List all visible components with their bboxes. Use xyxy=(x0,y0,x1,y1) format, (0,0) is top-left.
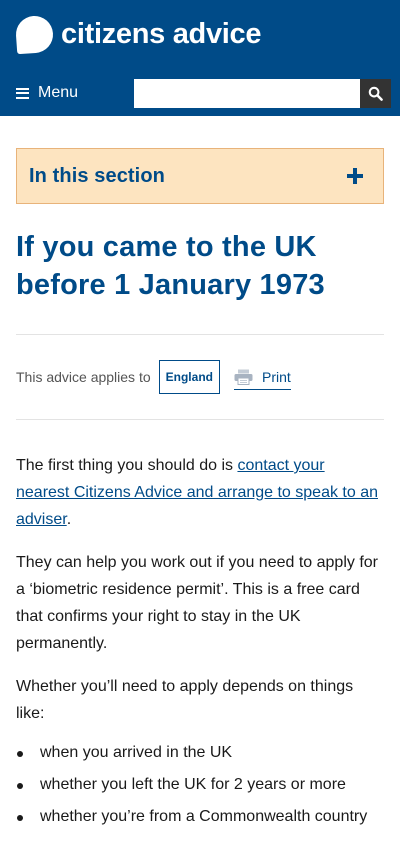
country-selector[interactable]: England xyxy=(158,360,220,394)
in-this-section-toggle[interactable]: In this section xyxy=(16,148,384,204)
paragraph: They can help you work out if you need t… xyxy=(16,554,378,652)
search-icon xyxy=(368,86,383,101)
paragraph: The first thing you should do is contact… xyxy=(16,452,382,533)
brand-logo[interactable]: citizens advice xyxy=(14,14,262,55)
hamburger-icon xyxy=(16,87,29,99)
printer-icon xyxy=(234,369,253,385)
search-button[interactable] xyxy=(360,79,391,108)
paragraph: Whether you’ll need to apply depends on … xyxy=(16,678,354,722)
search-form xyxy=(134,79,391,108)
divider xyxy=(16,419,384,420)
list-item: whether you’re from a Commonwealth count… xyxy=(16,805,382,829)
menu-label: Menu xyxy=(38,84,79,101)
plus-icon xyxy=(347,168,363,184)
applies-to-bar: This advice applies to England Print xyxy=(16,360,384,394)
search-input[interactable] xyxy=(134,79,360,108)
applies-to-label: This advice applies to xyxy=(16,369,151,385)
page-title: If you came to the UK before 1 January 1… xyxy=(16,231,325,301)
list-item: whether you left the UK for 2 years or m… xyxy=(16,773,382,797)
print-label: Print xyxy=(261,368,291,385)
paragraph-text: The first thing you should do is xyxy=(16,457,238,474)
brand-name: citizens advice xyxy=(61,18,262,50)
article-body: The first thing you should do is contact… xyxy=(16,452,382,837)
paragraph-text: . xyxy=(66,511,72,528)
menu-button[interactable]: Menu xyxy=(16,78,78,108)
list-item: when you arrived in the UK xyxy=(16,741,382,765)
divider xyxy=(16,334,384,335)
in-this-section-label: In this section xyxy=(29,164,165,187)
bullet-list: when you arrived in the UK whether you l… xyxy=(16,741,382,829)
nav-bar: Menu xyxy=(0,78,400,108)
logo-speech-bubble-icon xyxy=(14,14,55,55)
print-button[interactable]: Print xyxy=(233,364,291,390)
site-header: citizens advice Menu xyxy=(0,0,400,116)
